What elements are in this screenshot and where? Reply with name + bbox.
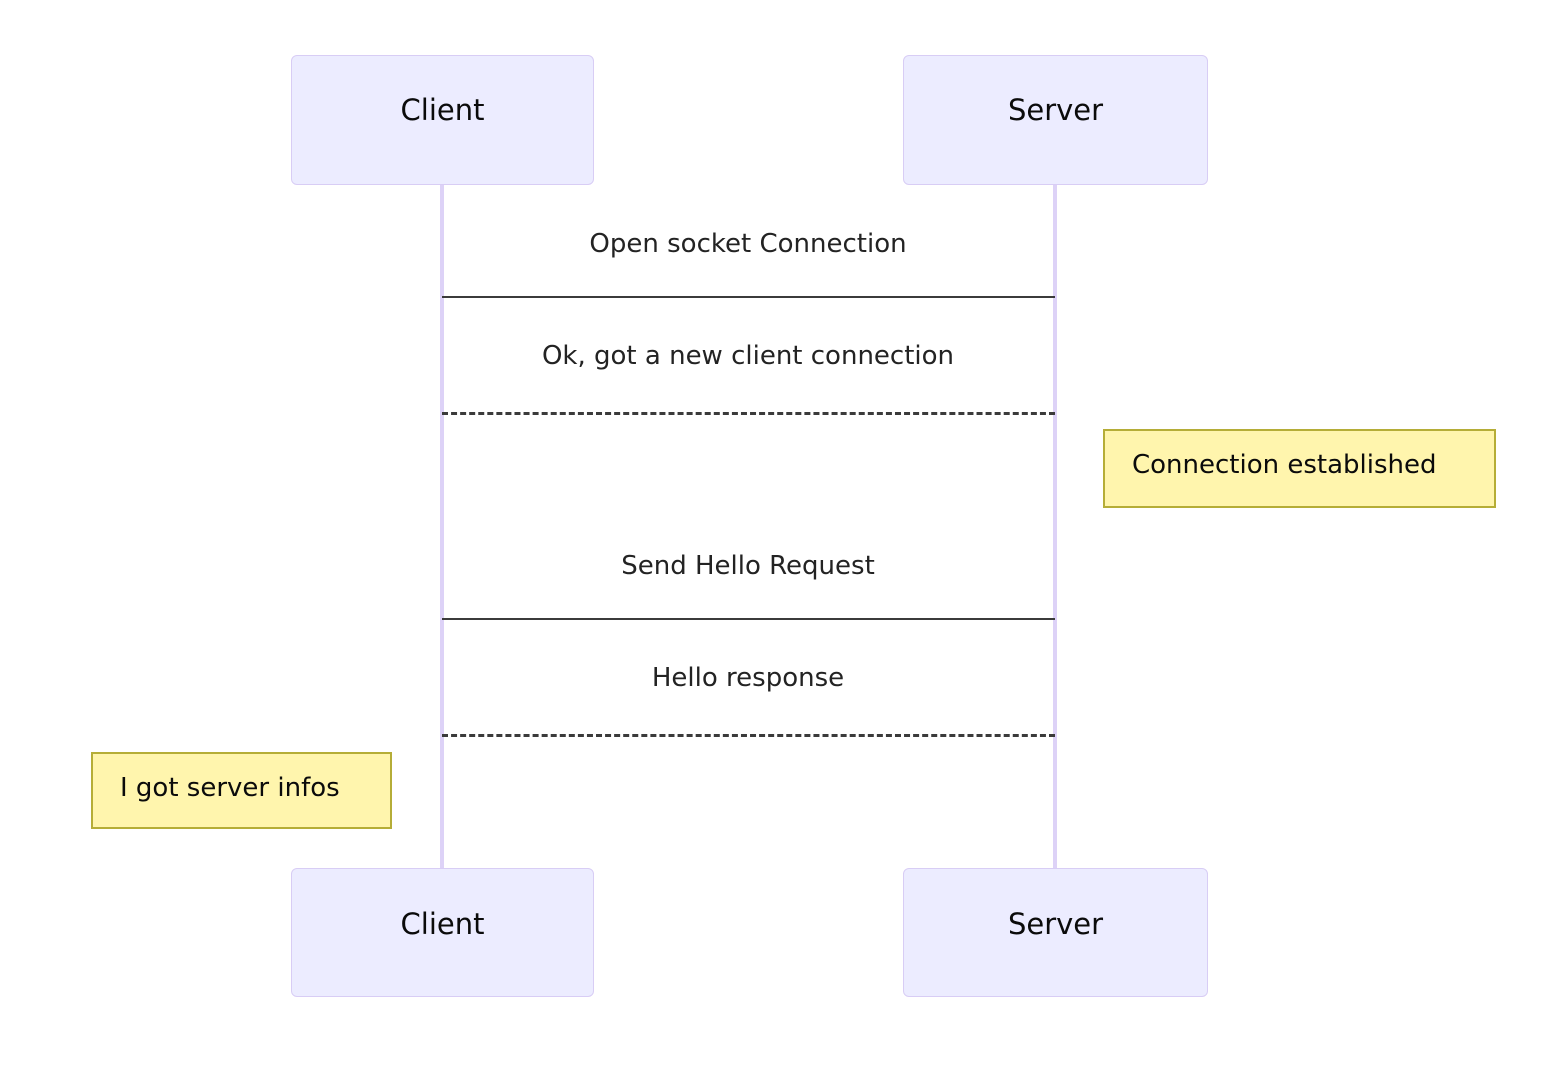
message-label-ok-got-a-new-client-connection: Ok, got a new client connection (541, 341, 955, 371)
note-label: I got server infos (120, 773, 340, 803)
lifeline-server (1053, 185, 1057, 871)
note-i-got-server-infos: I got server infos (91, 752, 392, 829)
message-line-hello-response (442, 734, 1055, 737)
participant-server-bottom[interactable]: Server (903, 868, 1208, 997)
participant-label: Server (1007, 907, 1104, 941)
message-label-send-hello-request: Send Hello Request (621, 551, 875, 581)
message-line-ok-got-a-new-client-connection (442, 412, 1055, 415)
note-label: Connection established (1132, 450, 1437, 480)
participant-client-top[interactable]: Client (291, 55, 594, 185)
note-connection-established: Connection established (1103, 429, 1496, 508)
participant-server-top[interactable]: Server (903, 55, 1208, 185)
participant-client-bottom[interactable]: Client (291, 868, 594, 997)
sequence-diagram-canvas: Client Server Open socket Connection Ok,… (0, 0, 1548, 1088)
participant-label: Server (1007, 93, 1104, 127)
message-line-open-socket-connection (442, 296, 1055, 298)
message-line-send-hello-request (442, 618, 1055, 620)
participant-label: Client (400, 907, 485, 941)
message-label-hello-response: Hello response (651, 663, 845, 693)
participant-label: Client (400, 93, 485, 127)
lifeline-client (440, 185, 444, 871)
message-label-open-socket-connection: Open socket Connection (589, 229, 907, 259)
